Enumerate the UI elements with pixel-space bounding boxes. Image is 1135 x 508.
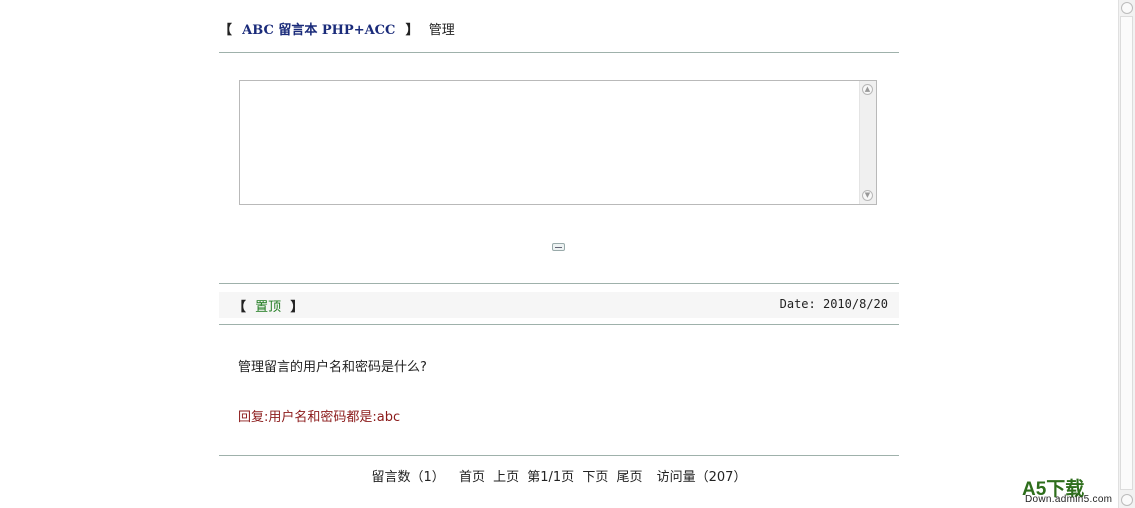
header-bracket-open: 【 bbox=[219, 23, 233, 38]
next-page-link[interactable]: 下页 bbox=[582, 470, 608, 485]
first-page-link[interactable]: 首页 bbox=[459, 470, 485, 485]
watermark-url: Down.admin5.com bbox=[1025, 494, 1113, 505]
guestbook-title: ABC 留言本 PHP+ACC bbox=[242, 23, 396, 38]
message-box: ▲ ▼ bbox=[239, 80, 877, 205]
page-scroll-down-icon[interactable] bbox=[1121, 494, 1133, 506]
page-scroll-up-icon[interactable] bbox=[1121, 2, 1133, 14]
page-scroll-thumb[interactable] bbox=[1120, 16, 1133, 490]
page-info: 第1/1页 bbox=[527, 470, 575, 485]
post-bracket-open: 【 bbox=[233, 300, 247, 315]
post-header-bg: 【 置顶 】 Date: 2010/8/20 bbox=[219, 292, 899, 318]
pinned-label: 置顶 bbox=[255, 300, 282, 315]
message-textarea[interactable] bbox=[240, 81, 860, 204]
pagination-footer: 留言数（1） 首页 上页 第1/1页 下页 尾页 访问量（207） bbox=[219, 455, 899, 496]
post-reply: 回复:用户名和密码都是:abc bbox=[238, 410, 401, 425]
page-scrollbar[interactable] bbox=[1118, 0, 1135, 508]
post-header: 【 置顶 】 Date: 2010/8/20 bbox=[219, 283, 899, 325]
header-bracket-close: 】 bbox=[405, 23, 419, 38]
guestbook-page: 【 ABC 留言本 PHP+ACC 】 管理 ▲ ▼ 【 置顶 】 Date: … bbox=[219, 0, 899, 508]
pagination-row: 留言数（1） 首页 上页 第1/1页 下页 尾页 访问量（207） bbox=[219, 466, 899, 485]
scroll-up-icon[interactable]: ▲ bbox=[862, 84, 873, 95]
post-bracket-close: 】 bbox=[290, 300, 304, 315]
prev-page-link[interactable]: 上页 bbox=[493, 470, 519, 485]
post-question: 管理留言的用户名和密码是什么? bbox=[238, 360, 427, 375]
message-count: 留言数（1） bbox=[371, 470, 445, 485]
watermark-logo: A5下载 Down.admin5.com bbox=[1022, 474, 1122, 506]
post-tag: 【 置顶 】 bbox=[233, 296, 303, 315]
submit-button[interactable] bbox=[552, 243, 565, 251]
last-page-link[interactable]: 尾页 bbox=[616, 470, 642, 485]
scroll-down-icon[interactable]: ▼ bbox=[862, 190, 873, 201]
post-date: Date: 2010/8/20 bbox=[779, 297, 888, 311]
manage-link[interactable]: 管理 bbox=[429, 23, 455, 38]
textarea-scrollbar[interactable]: ▲ ▼ bbox=[859, 81, 876, 204]
page-header: 【 ABC 留言本 PHP+ACC 】 管理 bbox=[219, 19, 899, 53]
visit-count: 访问量（207） bbox=[656, 470, 747, 485]
